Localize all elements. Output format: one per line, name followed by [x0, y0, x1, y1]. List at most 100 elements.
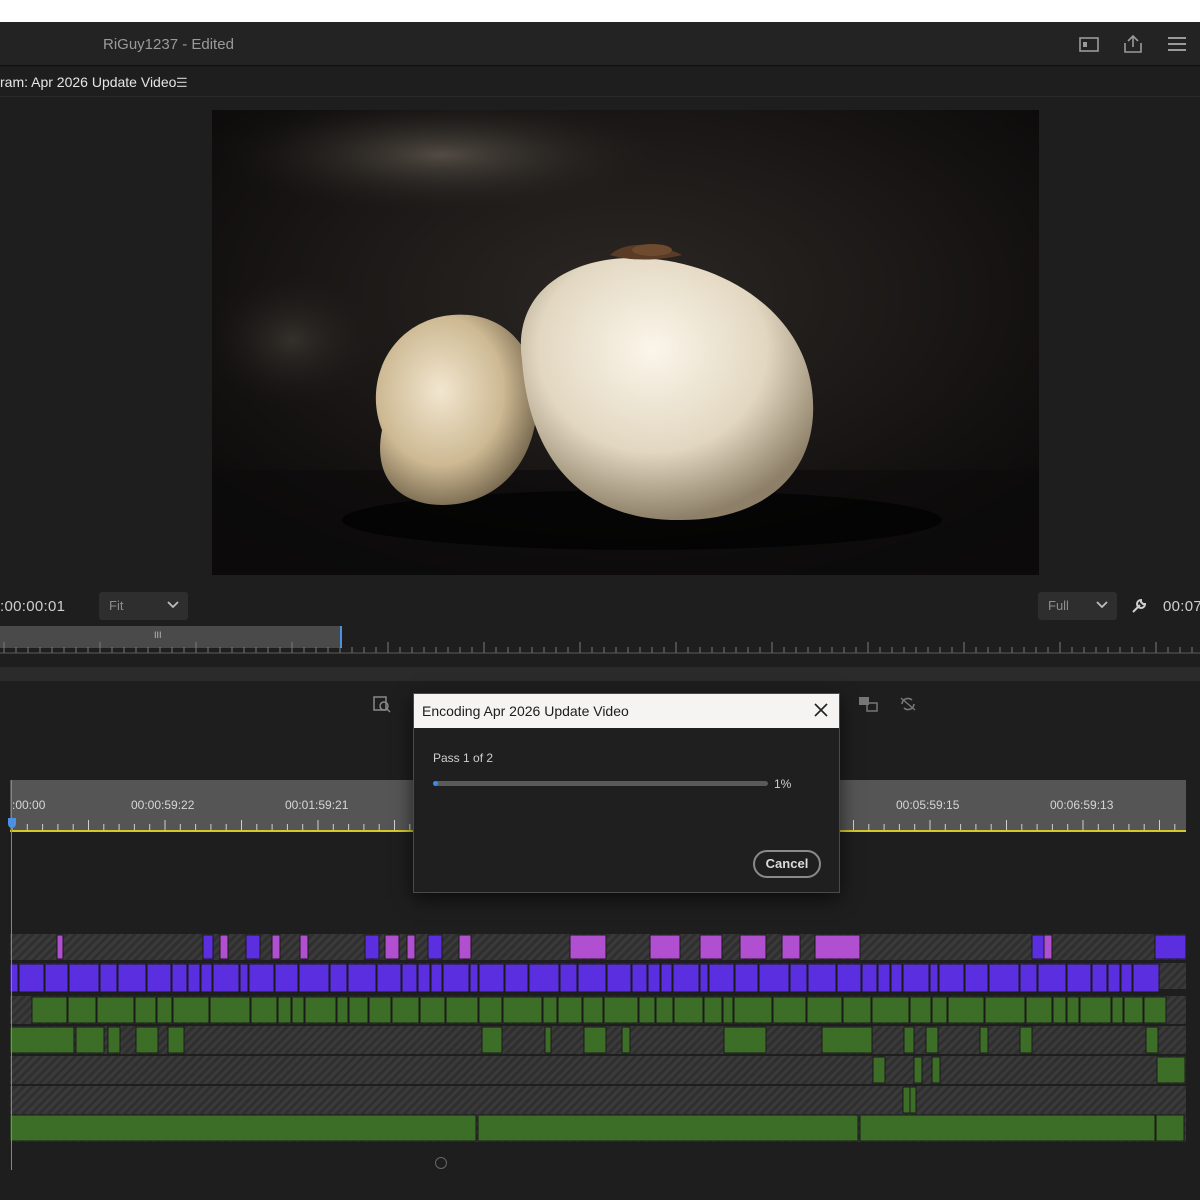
timeline-clip[interactable] [117, 963, 147, 993]
timeline-clip[interactable] [384, 934, 400, 960]
timeline-clip[interactable] [1091, 963, 1108, 993]
timeline-clip[interactable] [419, 996, 446, 1024]
timeline-clip[interactable] [544, 1026, 552, 1054]
timeline-clip[interactable] [1143, 996, 1167, 1024]
audio-track-a4[interactable] [10, 1086, 1186, 1114]
timeline-clip[interactable] [806, 996, 843, 1024]
timeline-clip[interactable] [445, 996, 479, 1024]
timeline-clip[interactable] [947, 996, 985, 1024]
v2-clips[interactable] [9, 963, 1186, 993]
timeline-clip[interactable] [364, 934, 380, 960]
timeline-clip[interactable] [903, 1026, 915, 1054]
timeline-clip[interactable] [708, 963, 735, 993]
timeline-clip[interactable] [347, 963, 377, 993]
timeline-clip[interactable] [291, 996, 305, 1024]
timeline-clip[interactable] [406, 934, 416, 960]
timeline-clip[interactable] [504, 963, 529, 993]
timeline-clip[interactable] [606, 963, 632, 993]
timeline-clip[interactable] [673, 996, 704, 1024]
timeline-clip[interactable] [44, 963, 69, 993]
timeline-clip[interactable] [9, 1026, 75, 1054]
timeline-clip[interactable] [577, 963, 607, 993]
timeline-clip[interactable] [99, 963, 118, 993]
timeline-clip[interactable] [569, 934, 607, 960]
playhead-timecode[interactable]: :00:00:01 [0, 598, 65, 615]
export-share-icon[interactable] [1122, 34, 1144, 54]
timeline-clip[interactable] [167, 1026, 185, 1054]
timeline-clip[interactable] [931, 996, 948, 1024]
a4-clips[interactable] [10, 1086, 1186, 1114]
timeline-clip[interactable] [1145, 1026, 1159, 1054]
timeline-clip[interactable] [1154, 934, 1187, 960]
timeline-clip[interactable] [931, 1056, 941, 1084]
audio-track-a1[interactable] [10, 996, 1186, 1024]
a1-clips[interactable] [10, 996, 1186, 1024]
timeline-clip[interactable] [528, 963, 560, 993]
timeline-clip[interactable] [31, 996, 68, 1024]
timeline-clip[interactable] [871, 996, 910, 1024]
timeline-clip[interactable] [248, 963, 275, 993]
timeline-clip[interactable] [925, 1026, 939, 1054]
timeline-clip[interactable] [368, 996, 392, 1024]
panel-menu-icon[interactable]: ☰ [176, 75, 188, 91]
timeline-clip[interactable] [239, 963, 249, 993]
timeline-clip[interactable] [631, 963, 648, 993]
timeline-clip[interactable] [1052, 996, 1067, 1024]
timeline-clip[interactable] [699, 934, 723, 960]
timeline-clip[interactable] [502, 996, 543, 1024]
timeline-clip[interactable] [655, 996, 674, 1024]
timeline-clip[interactable] [478, 996, 503, 1024]
monitor-playhead[interactable] [340, 626, 342, 648]
timeline-clip[interactable] [68, 963, 100, 993]
timeline-clip[interactable] [430, 963, 443, 993]
timeline-clip[interactable] [417, 963, 431, 993]
timeline-clip[interactable] [621, 1026, 631, 1054]
timeline-clip[interactable] [964, 963, 989, 993]
video-track-v3[interactable] [10, 934, 1187, 960]
timeline-clip[interactable] [739, 934, 767, 960]
cancel-button[interactable]: Cancel [753, 850, 821, 878]
timeline-clip[interactable] [672, 963, 700, 993]
search-clip-icon[interactable] [372, 695, 392, 713]
timeline-clip[interactable] [391, 996, 420, 1024]
timeline-clip[interactable] [859, 1114, 1156, 1142]
timeline-clip[interactable] [135, 1026, 159, 1054]
timeline-clip[interactable] [929, 963, 939, 993]
timeline-clip[interactable] [219, 934, 229, 960]
timeline-clip[interactable] [478, 963, 505, 993]
sync-lock-icon[interactable] [898, 695, 918, 713]
timeline-clip[interactable] [329, 963, 348, 993]
timeline-clip[interactable] [172, 996, 210, 1024]
timeline-clip[interactable] [442, 963, 470, 993]
timeline-clip[interactable] [1111, 996, 1124, 1024]
timeline-clip[interactable] [1155, 1114, 1185, 1142]
timeline-clip[interactable] [209, 996, 251, 1024]
music-track[interactable] [9, 1114, 1186, 1142]
playhead-handle[interactable] [8, 818, 16, 828]
timeline-clip[interactable] [699, 963, 709, 993]
timeline-clip[interactable] [814, 934, 861, 960]
timeline-clip[interactable] [542, 996, 558, 1024]
timeline-clip[interactable] [1107, 963, 1121, 993]
timeline-clip[interactable] [583, 1026, 607, 1054]
timeline-clip[interactable] [733, 996, 773, 1024]
timeline-clip[interactable] [1079, 996, 1112, 1024]
timeline-clip[interactable] [1037, 963, 1067, 993]
timeline-clip[interactable] [909, 1086, 917, 1114]
timeline-clip[interactable] [789, 963, 808, 993]
multi-camera-icon[interactable] [858, 695, 880, 713]
timeline-clip[interactable] [75, 1026, 105, 1054]
timeline-clip[interactable] [1025, 996, 1053, 1024]
timeline-clip[interactable] [842, 996, 872, 1024]
timeline-clip[interactable] [187, 963, 201, 993]
timeline-clip[interactable] [299, 934, 309, 960]
timeline-clip[interactable] [1019, 963, 1038, 993]
timeline-clip[interactable] [979, 1026, 989, 1054]
timeline-clip[interactable] [477, 1114, 859, 1142]
timeline-clip[interactable] [274, 963, 299, 993]
timeline-clip[interactable] [277, 996, 292, 1024]
playback-resolution-select[interactable]: Full [1038, 592, 1117, 620]
timeline-clip[interactable] [647, 963, 661, 993]
timeline-clip[interactable] [9, 1114, 477, 1142]
timeline-clip[interactable] [902, 963, 930, 993]
